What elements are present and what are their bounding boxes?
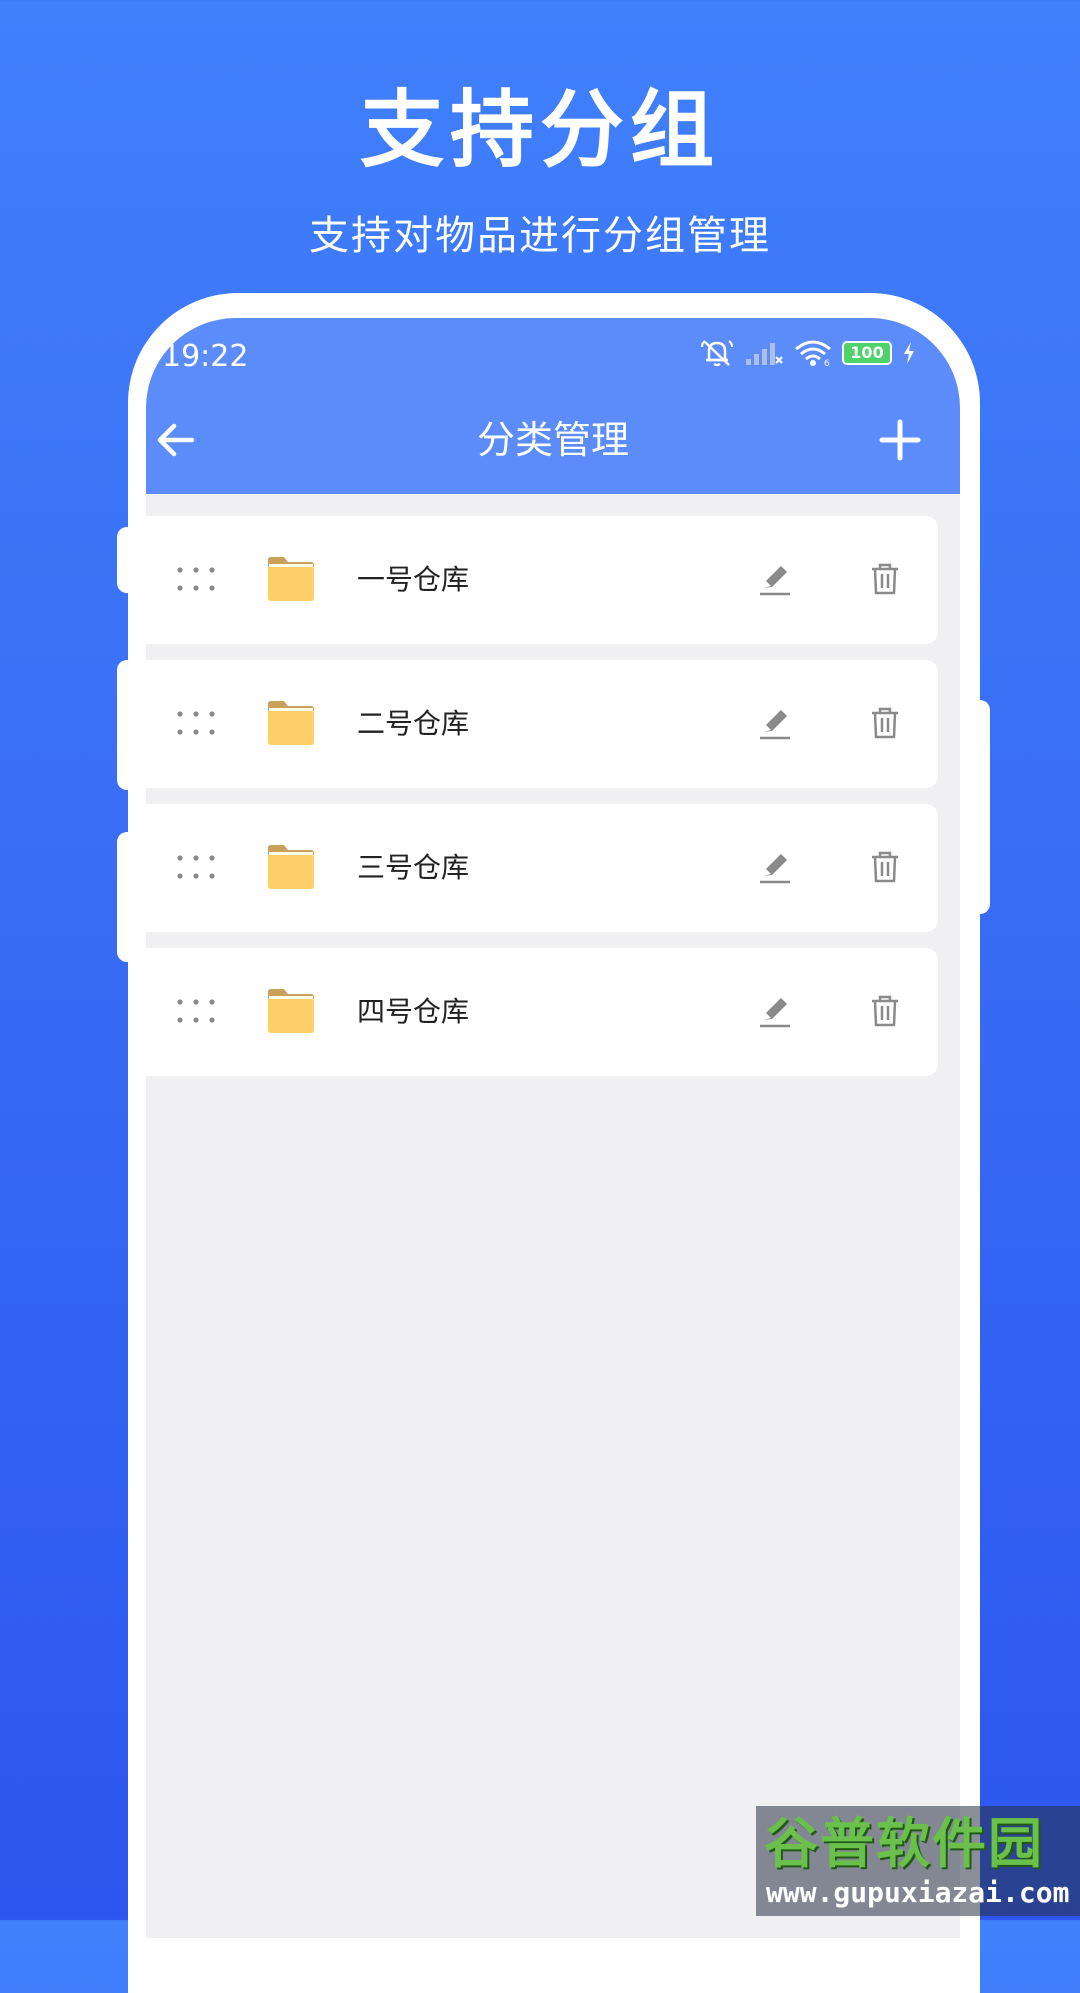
folder-icon (268, 989, 314, 1033)
trash-icon (872, 707, 898, 739)
pencil-icon (760, 998, 790, 1028)
phone-screen: 19:22 6 100 分类管理 一号仓库 二号仓库 三号仓库 四号仓库 (146, 318, 960, 1938)
folder-icon (268, 701, 314, 745)
trash-icon (872, 851, 898, 883)
category-label: 一号仓库 (357, 563, 470, 596)
edit-button[interactable] (758, 994, 792, 1028)
watermark-url: www.gupuxiazai.com (766, 1876, 1070, 1909)
drag-handle-icon[interactable] (176, 564, 216, 594)
add-category-button[interactable] (876, 416, 924, 464)
status-time: 19:22 (162, 339, 249, 374)
svg-text:6: 6 (824, 359, 830, 367)
drag-handle-icon[interactable] (176, 852, 216, 882)
phone-side-button (117, 832, 137, 962)
screen-title: 分类管理 (476, 418, 629, 462)
signal-icon (746, 343, 783, 365)
delete-button[interactable] (868, 706, 902, 740)
trash-icon (872, 563, 898, 595)
pencil-icon (760, 710, 790, 740)
folder-icon (268, 557, 314, 601)
wifi-icon: 6 (795, 340, 831, 367)
drag-handle-icon[interactable] (176, 996, 216, 1026)
list-item[interactable]: 三号仓库 (146, 804, 938, 932)
watermark-logo: 谷普软件园 www.gupuxiazai.com (756, 1806, 1080, 1916)
trash-icon (872, 995, 898, 1027)
pencil-icon (760, 854, 790, 884)
battery-icon: 100 (842, 341, 892, 365)
phone-side-button (970, 700, 990, 914)
edit-button[interactable] (758, 706, 792, 740)
drag-handle-icon[interactable] (176, 708, 216, 738)
mute-bell-icon (701, 340, 733, 367)
status-icons: 6 100 (700, 338, 916, 368)
edit-button[interactable] (758, 562, 792, 596)
edit-button[interactable] (758, 850, 792, 884)
delete-button[interactable] (868, 562, 902, 596)
delete-button[interactable] (868, 994, 902, 1028)
list-item[interactable]: 一号仓库 (146, 516, 938, 644)
charging-icon (904, 342, 914, 364)
category-label: 四号仓库 (357, 995, 470, 1028)
app-header: 19:22 6 100 分类管理 (146, 318, 960, 494)
list-item[interactable]: 四号仓库 (146, 948, 938, 1076)
watermark-name: 谷普软件园 (764, 1812, 1044, 1875)
delete-button[interactable] (868, 850, 902, 884)
phone-side-button (117, 660, 137, 790)
category-label: 三号仓库 (357, 851, 470, 884)
category-label: 二号仓库 (357, 707, 470, 740)
folder-icon (268, 845, 314, 889)
promo-title: 支持分组 (359, 81, 720, 179)
list-item[interactable]: 二号仓库 (146, 660, 938, 788)
phone-side-button (117, 527, 137, 593)
promo-subtitle: 支持对物品进行分组管理 (309, 213, 771, 259)
plus-icon (879, 419, 921, 461)
pencil-icon (760, 566, 790, 596)
